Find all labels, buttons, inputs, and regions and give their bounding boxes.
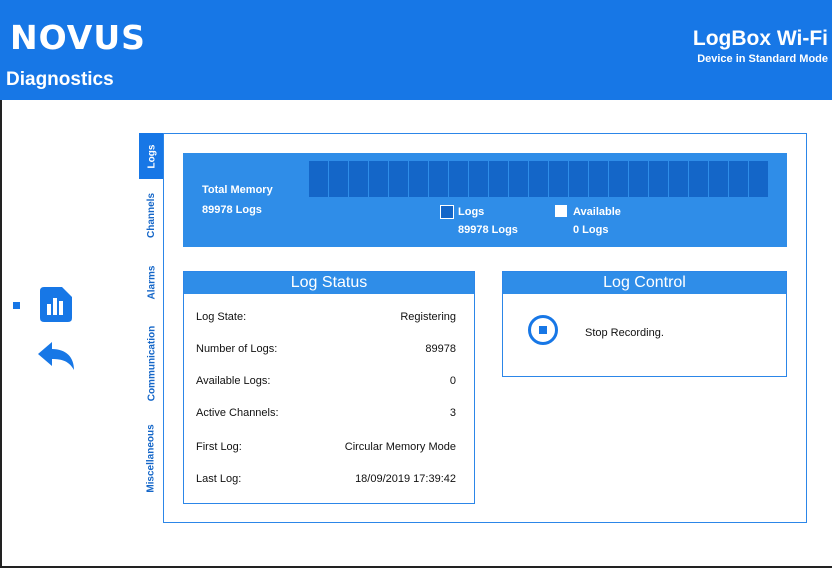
stop-recording-button[interactable] xyxy=(528,315,558,345)
memory-segment xyxy=(629,161,649,197)
memory-segment xyxy=(529,161,549,197)
memory-segment xyxy=(729,161,749,197)
available-legend-label: Available xyxy=(573,206,621,218)
memory-segment xyxy=(609,161,629,197)
memory-segment xyxy=(349,161,369,197)
status-row: Active Channels: 3 xyxy=(196,407,456,419)
memory-segment xyxy=(689,161,709,197)
memory-segment xyxy=(549,161,569,197)
chart-icon[interactable] xyxy=(40,287,72,322)
tab-channels[interactable]: Channels xyxy=(139,179,164,251)
memory-segment xyxy=(329,161,349,197)
available-legend-swatch xyxy=(555,205,567,217)
page-title: Diagnostics xyxy=(6,69,114,90)
brand-logo: NOVUS xyxy=(10,18,146,57)
memory-segment xyxy=(469,161,489,197)
log-status-box: Log Status Log State: Registering Number … xyxy=(183,271,475,504)
log-status-title: Log Status xyxy=(184,272,474,294)
memory-segment xyxy=(669,161,689,197)
memory-segment xyxy=(369,161,389,197)
available-legend-value: 0 Logs xyxy=(573,224,609,236)
app-title: LogBox Wi-Fi xyxy=(692,27,828,50)
total-memory-value: 89978 Logs xyxy=(202,204,262,216)
tab-miscellaneous[interactable]: Miscellaneous xyxy=(139,413,164,503)
logs-legend-swatch xyxy=(440,205,454,219)
memory-segment xyxy=(509,161,529,197)
memory-segment xyxy=(569,161,589,197)
status-row: Available Logs: 0 xyxy=(196,375,456,387)
memory-panel: Total Memory 89978 Logs Logs 89978 Logs … xyxy=(183,153,787,247)
tab-communication[interactable]: Communication xyxy=(139,313,164,413)
log-control-box: Log Control Stop Recording. xyxy=(502,271,787,377)
memory-segment xyxy=(409,161,429,197)
tab-alarms[interactable]: Alarms xyxy=(139,251,164,313)
status-row: Number of Logs: 89978 xyxy=(196,343,456,355)
memory-segment xyxy=(649,161,669,197)
stop-recording-label[interactable]: Stop Recording. xyxy=(585,327,664,339)
status-row: Log State: Registering xyxy=(196,311,456,323)
memory-segment xyxy=(449,161,469,197)
logs-legend-label: Logs xyxy=(458,206,485,218)
memory-segment xyxy=(429,161,449,197)
device-mode-subtitle: Device in Standard Mode xyxy=(697,53,828,65)
memory-segment xyxy=(489,161,509,197)
logs-legend-value: 89978 Logs xyxy=(458,224,518,236)
total-memory-label: Total Memory xyxy=(202,184,273,196)
header: NOVUS Diagnostics LogBox Wi-Fi Device in… xyxy=(0,0,832,100)
memory-usage-bar xyxy=(309,161,769,197)
memory-segment xyxy=(389,161,409,197)
tab-logs[interactable]: Logs xyxy=(139,133,164,179)
memory-segment xyxy=(709,161,729,197)
diagnostics-tabs: Logs Channels Alarms Communication Misce… xyxy=(139,133,164,503)
memory-segment xyxy=(589,161,609,197)
status-row: Last Log: 18/09/2019 17:39:42 xyxy=(196,473,456,485)
back-arrow-icon[interactable] xyxy=(36,340,76,372)
active-marker xyxy=(13,302,20,309)
status-row: First Log: Circular Memory Mode xyxy=(196,441,456,453)
memory-segment xyxy=(749,161,769,197)
log-control-title: Log Control xyxy=(503,272,786,294)
memory-segment xyxy=(309,161,329,197)
